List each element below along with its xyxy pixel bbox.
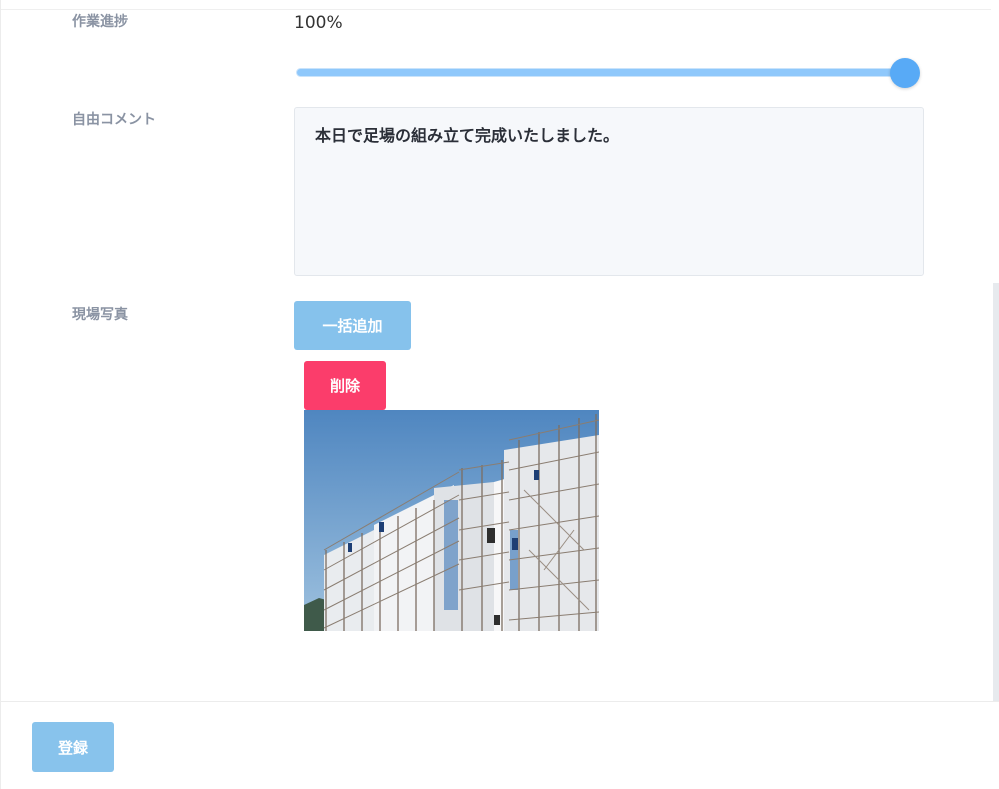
slider-thumb[interactable] (890, 58, 920, 88)
progress-slider[interactable] (294, 58, 924, 88)
form-page: 作業進捗 100% 自由コメント 本日で足場の組み立て完成いたしました。 現場写… (0, 0, 999, 789)
vertical-scrollbar[interactable] (993, 283, 999, 701)
bulk-add-button[interactable]: 一括追加 (294, 301, 411, 350)
footer-divider (1, 701, 999, 702)
delete-photo-button[interactable]: 削除 (304, 361, 386, 410)
progress-label: 作業進捗 (72, 14, 128, 30)
scaffolding-building-image (304, 410, 599, 631)
top-divider (1, 9, 991, 10)
photo-label: 現場写真 (72, 307, 128, 323)
comment-textarea[interactable]: 本日で足場の組み立て完成いたしました。 (294, 107, 924, 276)
submit-button[interactable]: 登録 (32, 722, 114, 772)
progress-value-text: 100% (294, 13, 343, 33)
slider-track (296, 68, 900, 77)
site-photo (304, 410, 599, 631)
comment-label: 自由コメント (72, 112, 156, 128)
